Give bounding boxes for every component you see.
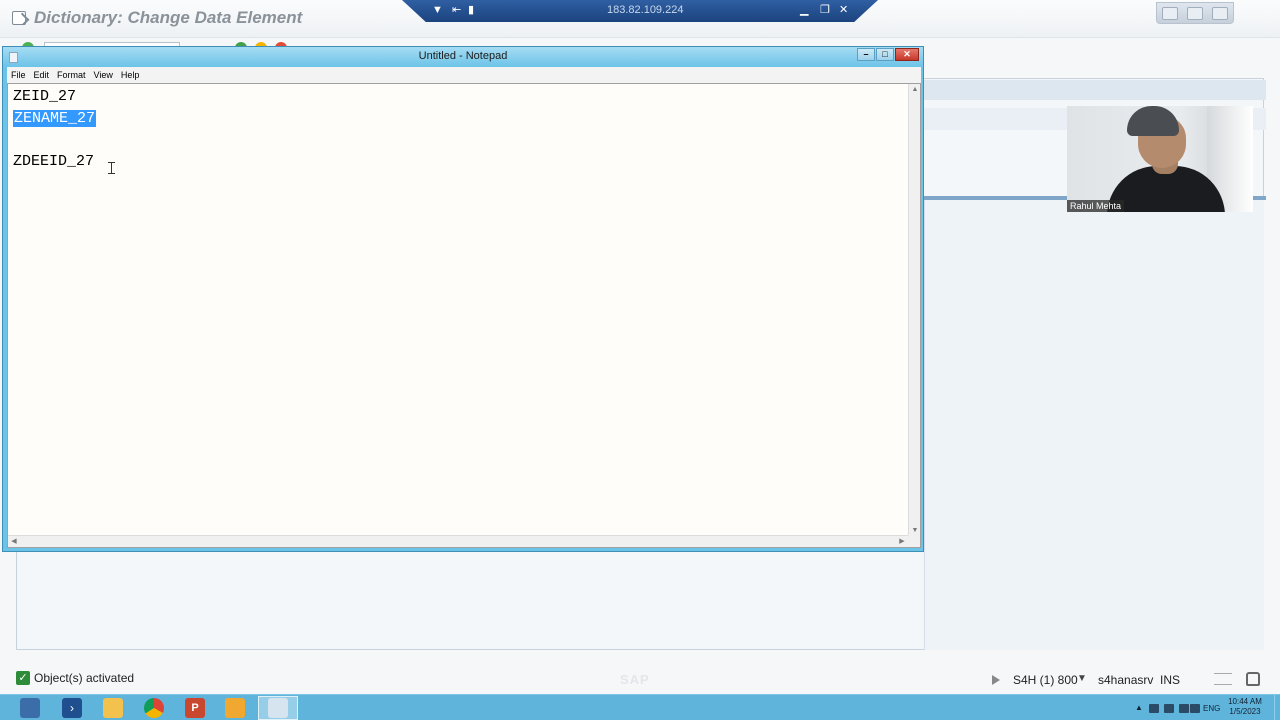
- notepad-icon[interactable]: [268, 698, 288, 718]
- minimize-icon[interactable]: [1161, 6, 1178, 20]
- text-line: ZDEEID_27: [13, 151, 96, 173]
- powershell-icon[interactable]: ›: [62, 698, 82, 718]
- show-desktop-button[interactable]: [1274, 695, 1280, 720]
- sap-logon-icon[interactable]: [225, 698, 245, 718]
- menu-view[interactable]: View: [94, 70, 113, 80]
- server-manager-icon[interactable]: [20, 698, 40, 718]
- sap-window-controls: [1156, 2, 1234, 24]
- input-language[interactable]: ENG: [1203, 704, 1220, 713]
- text-line: ZEID_27: [13, 86, 96, 108]
- layout-menu-icon[interactable]: [1214, 673, 1232, 685]
- restore-icon[interactable]: ❐: [820, 3, 830, 17]
- status-message[interactable]: ✓ Object(s) activated: [16, 671, 134, 685]
- clock-date: 1/5/2023: [1229, 707, 1261, 716]
- menu-file[interactable]: File: [11, 70, 26, 80]
- notepad-titlebar[interactable]: Untitled - Notepad – □ ✕: [3, 47, 923, 67]
- notepad-text-area[interactable]: ZEID_27 ZENAME_27 ZDEEID_27 ▲ ▼ ◀ ▶: [7, 83, 921, 548]
- scroll-right-icon[interactable]: ▶: [896, 536, 908, 547]
- sap-menu-icon[interactable]: [12, 11, 26, 25]
- restore-icon[interactable]: [1186, 6, 1203, 20]
- signal-icon: ▮: [468, 4, 475, 16]
- volume-icon[interactable]: [1190, 704, 1200, 713]
- menu-help[interactable]: Help: [121, 70, 140, 80]
- file-explorer-icon[interactable]: [103, 698, 123, 718]
- scroll-left-icon[interactable]: ◀: [8, 536, 20, 547]
- network-icon[interactable]: [1179, 704, 1189, 713]
- expand-status-icon[interactable]: [992, 675, 1000, 685]
- server-name: s4hanasrv: [1098, 673, 1154, 687]
- notepad-title: Untitled - Notepad: [418, 50, 508, 62]
- notepad-window[interactable]: Untitled - Notepad – □ ✕ File Edit Forma…: [2, 46, 924, 552]
- maximize-button[interactable]: □: [876, 48, 894, 61]
- scroll-up-icon[interactable]: ▲: [909, 84, 921, 95]
- text-line-selected: ZENAME_27: [13, 108, 97, 130]
- sap-window-title: Dictionary: Change Data Element: [34, 8, 303, 27]
- text-cursor-icon: [108, 162, 118, 174]
- menu-format[interactable]: Format: [57, 70, 86, 80]
- participant-name: Rahul Mehta: [1067, 200, 1125, 212]
- webcam-video: Rahul Mehta: [1067, 106, 1253, 212]
- sap-header-band: [924, 80, 1266, 100]
- vertical-scrollbar[interactable]: ▲ ▼: [908, 84, 920, 536]
- network-alert-icon[interactable]: [1149, 704, 1159, 713]
- system-info: S4H (1) 800: [1013, 673, 1078, 687]
- person-beanie: [1127, 106, 1179, 136]
- chevron-down-icon[interactable]: ▼: [1077, 673, 1087, 684]
- minimize-button[interactable]: –: [857, 48, 875, 61]
- menu-edit[interactable]: Edit: [34, 70, 50, 80]
- close-icon[interactable]: ✕: [839, 3, 848, 17]
- chevron-down-icon[interactable]: ▼: [432, 3, 443, 17]
- chevron-up-icon[interactable]: ▲: [1135, 703, 1143, 712]
- sap-status-bar: ✓ Object(s) activated SAP S4H (1) 800 ▼ …: [0, 668, 1280, 692]
- notepad-window-controls: – □ ✕: [857, 48, 919, 61]
- clock-time: 10:44 AM: [1228, 697, 1262, 706]
- notepad-menubar: File Edit Format View Help: [7, 67, 921, 83]
- remote-host-address: 183.82.109.224: [607, 4, 684, 16]
- powerpoint-icon[interactable]: P: [185, 698, 205, 718]
- minimize-icon[interactable]: ▁: [800, 3, 808, 17]
- horizontal-scrollbar[interactable]: ◀ ▶: [8, 535, 908, 547]
- status-message-text: Object(s) activated: [34, 671, 135, 685]
- secure-connection-icon: [1246, 672, 1260, 686]
- sap-detail-panel: [924, 200, 1264, 650]
- sap-logo: SAP: [620, 672, 650, 687]
- close-button[interactable]: ✕: [895, 48, 919, 61]
- text-line-content: ZDEEID_27: [13, 152, 95, 170]
- display-icon[interactable]: [1164, 704, 1174, 713]
- notepad-content: ZEID_27 ZENAME_27 ZDEEID_27: [13, 86, 97, 173]
- selected-text[interactable]: ZENAME_27: [13, 109, 97, 127]
- remote-desktop-bar: ▼ ⇤ ▮ 183.82.109.224 ▁ ❐ ✕: [402, 0, 878, 22]
- close-icon[interactable]: [1212, 6, 1229, 20]
- insert-mode[interactable]: INS: [1160, 673, 1180, 687]
- chrome-icon[interactable]: [144, 698, 164, 718]
- windows-taskbar: › P ▲ ENG 10:44 AM 1/5/2023: [0, 694, 1280, 720]
- success-check-icon: ✓: [16, 671, 30, 685]
- text-line-content: ZEID_27: [13, 88, 77, 105]
- scrollbar-corner: [908, 535, 920, 547]
- text-line: [13, 129, 96, 151]
- pin-icon[interactable]: ⇤: [452, 3, 461, 17]
- clock[interactable]: 10:44 AM 1/5/2023: [1225, 697, 1265, 717]
